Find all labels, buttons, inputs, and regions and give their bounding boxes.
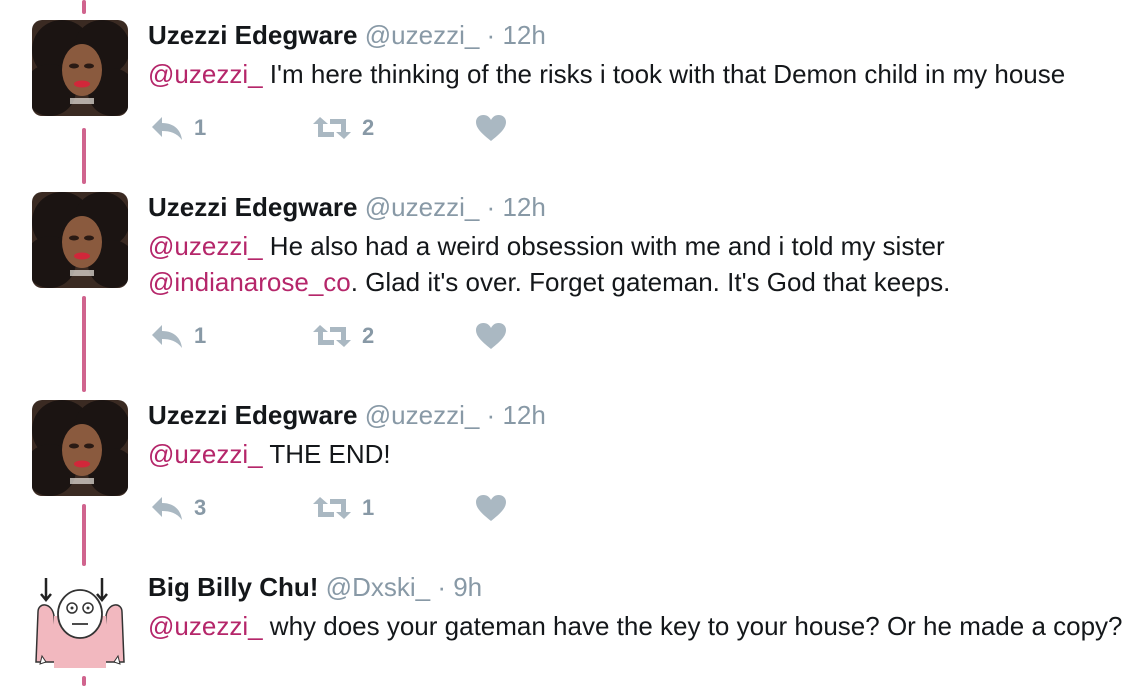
timestamp[interactable]: 12h	[502, 400, 545, 430]
author-handle[interactable]: @Dxski_	[326, 572, 430, 602]
retweet-button[interactable]: 2	[312, 108, 374, 148]
avatar[interactable]	[32, 192, 128, 288]
like-button[interactable]	[475, 488, 507, 528]
author-handle[interactable]: @uzezzi_	[365, 400, 480, 430]
tweet-text: @uzezzi_ I'm here thinking of the risks …	[148, 56, 1138, 92]
thread-line	[82, 0, 86, 14]
reply-button[interactable]: 1	[150, 108, 206, 148]
reply-icon	[152, 325, 182, 348]
reply-button[interactable]: 3	[150, 488, 206, 528]
author-handle[interactable]: @uzezzi_	[365, 20, 480, 50]
separator-dot: ·	[486, 20, 496, 50]
like-button[interactable]	[475, 108, 507, 148]
mention-link[interactable]: @uzezzi_	[148, 231, 263, 261]
heart-icon	[476, 323, 506, 349]
retweet-icon	[313, 497, 351, 519]
tweet-header: Uzezzi Edegware @uzezzi_ · 12h	[148, 400, 546, 430]
reply-button[interactable]: 1	[150, 316, 206, 356]
retweet-button[interactable]: 1	[312, 488, 374, 528]
retweet-icon	[313, 117, 351, 139]
timestamp[interactable]: 9h	[453, 572, 482, 602]
retweet-count: 2	[362, 323, 375, 348]
tweet-header: Big Billy Chu! @Dxski_ · 9h	[148, 572, 482, 602]
reply-count: 3	[194, 495, 207, 520]
mention-link[interactable]: @uzezzi_	[148, 59, 263, 89]
timestamp[interactable]: 12h	[502, 20, 545, 50]
reply-count: 1	[194, 323, 207, 348]
avatar[interactable]	[32, 572, 128, 668]
separator-dot: ·	[486, 400, 496, 430]
tweet: Uzezzi Edegware @uzezzi_ · 12h @uzezzi_ …	[0, 192, 1138, 360]
tweet: Big Billy Chu! @Dxski_ · 9h @uzezzi_ why…	[0, 572, 1138, 684]
tweet: Uzezzi Edegware @uzezzi_ · 12h @uzezzi_ …	[0, 400, 1138, 540]
tweet-text-part: I'm here thinking of the risks i took wi…	[262, 59, 1066, 89]
reply-icon	[152, 497, 182, 520]
tweet-text-part: why does your gateman have the key to yo…	[262, 611, 1123, 641]
avatar[interactable]	[32, 20, 128, 116]
tweet-text: @uzezzi_ THE END!	[148, 436, 1138, 472]
retweet-count: 1	[362, 495, 375, 520]
reply-icon	[152, 117, 182, 140]
retweet-count: 2	[362, 115, 375, 140]
timestamp[interactable]: 12h	[502, 192, 545, 222]
tweet: Uzezzi Edegware @uzezzi_ · 12h @uzezzi_ …	[0, 20, 1138, 160]
tweet-header: Uzezzi Edegware @uzezzi_ · 12h	[148, 20, 546, 50]
author-name[interactable]: Uzezzi Edegware	[148, 400, 358, 430]
mention-link[interactable]: @indianarose_co	[148, 267, 351, 297]
heart-icon	[476, 495, 506, 521]
author-name[interactable]: Uzezzi Edegware	[148, 192, 358, 222]
tweet-text-part: He also had a weird obsession with me an…	[262, 231, 945, 261]
mention-link[interactable]: @uzezzi_	[148, 439, 263, 469]
tweet-text-part: THE END!	[262, 439, 391, 469]
tweet-text: @uzezzi_ why does your gateman have the …	[148, 608, 1123, 644]
separator-dot: ·	[486, 192, 496, 222]
separator-dot: ·	[437, 572, 446, 602]
retweet-button[interactable]: 2	[312, 316, 374, 356]
reply-count: 1	[194, 115, 207, 140]
author-handle[interactable]: @uzezzi_	[365, 192, 480, 222]
heart-icon	[476, 115, 506, 141]
tweet-header: Uzezzi Edegware @uzezzi_ · 12h	[148, 192, 546, 222]
author-name[interactable]: Big Billy Chu!	[148, 572, 318, 602]
author-name[interactable]: Uzezzi Edegware	[148, 20, 358, 50]
avatar[interactable]	[32, 400, 128, 496]
tweet-text: @uzezzi_ He also had a weird obsession w…	[148, 228, 1048, 300]
retweet-icon	[313, 325, 351, 347]
like-button[interactable]	[475, 316, 507, 356]
tweet-text-part: . Glad it's over. Forget gateman. It's G…	[350, 267, 951, 297]
mention-link[interactable]: @uzezzi_	[148, 611, 263, 641]
